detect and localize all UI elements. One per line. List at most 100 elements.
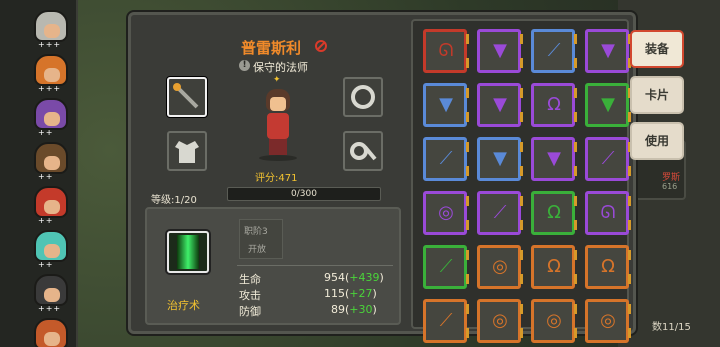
upgrade-marker [628,196,631,206]
staff-icon: ⟋ [547,40,561,61]
weapon-slot[interactable] [167,77,207,117]
ring-icon: ◎ [600,310,616,331]
inventory-item[interactable]: ◎ [423,191,469,235]
roster-hero[interactable]: ++ [26,140,76,181]
xp-progress-bar: 0/300 [227,187,381,201]
upgrade-marker [520,112,523,122]
roster-hero[interactable]: +++ [26,8,76,49]
hero-portrait [34,318,68,347]
roster-hero[interactable]: +++ [26,272,76,313]
upgrade-marker [466,250,469,260]
ring-slot[interactable] [343,77,383,117]
amulet-icon [350,142,377,161]
inventory-item[interactable]: ▼ [477,137,523,181]
info-icon[interactable]: ! [239,60,250,71]
armor-icon [175,141,199,163]
tab-cards[interactable]: 卡片 [630,76,684,114]
ring-icon: ◎ [492,310,508,331]
inventory-count: 数11/15 [652,322,691,333]
inventory-item[interactable]: Ω [531,83,577,127]
hero-stars: +++ [38,84,62,93]
inventory-item[interactable]: ⟋ [423,299,469,343]
upgrade-marker [628,304,631,314]
upgrade-marker [628,220,631,230]
skill-slot[interactable] [167,231,209,273]
hero-title: 保守的法师 [253,61,308,74]
inventory-item[interactable]: ▼ [477,29,523,73]
tab-equipment[interactable]: 装备 [630,30,684,68]
upgrade-marker [466,220,469,230]
inventory-item[interactable]: Ω [585,245,631,289]
upgrade-marker [466,88,469,98]
upgrade-marker [520,328,523,338]
inventory-item[interactable]: ⟋ [423,137,469,181]
upgrade-marker [466,112,469,122]
armor-icon: ▼ [601,94,615,115]
roster-hero[interactable]: ++ [26,228,76,269]
upgrade-marker [466,142,469,152]
armor-icon: ▼ [493,148,507,169]
inventory-item[interactable]: ⟋ [531,29,577,73]
upgrade-marker [574,88,577,98]
robe-icon: ▼ [547,148,561,169]
hero-level: 等级:1/20 [151,195,197,206]
staff-icon: ⟋ [439,148,453,169]
stat-value: 89 [331,303,345,316]
inventory-item[interactable]: ◎ [477,245,523,289]
tab-use[interactable]: 使用 [630,122,684,160]
stat-row-attack: 攻击 115 (+27) [239,287,393,303]
hero-score: 评分:471 [255,173,298,184]
roster-hero[interactable]: ++ [26,184,76,225]
stat-bonus-wrap: (+30) [345,303,377,316]
armor-icon: ▼ [601,40,615,61]
stat-row-hp: 生命 954 (+439) [239,271,393,287]
inventory-item[interactable]: ▼ [423,83,469,127]
inventory-item[interactable]: Ω [531,191,577,235]
inventory-item[interactable]: ⟋ [477,191,523,235]
roster-hero[interactable] [26,316,76,347]
upgrade-marker [628,250,631,260]
rank-label: 职阶3 [244,227,268,237]
stat-label: 防御 [239,305,261,318]
stat-bonus: +439 [349,271,380,284]
staff-icon: ⟋ [439,310,453,331]
inventory-item[interactable]: ◎ [477,299,523,343]
roster-hero[interactable]: +++ [26,52,76,93]
upgrade-marker [574,220,577,230]
inventory-item[interactable]: ▼ [585,29,631,73]
upgrade-marker [574,250,577,260]
inventory-item[interactable]: ⟋ [423,245,469,289]
hero-portrait [34,98,68,130]
inventory-item[interactable]: ᘏ [585,191,631,235]
robe-icon: ▼ [493,94,507,115]
hero-roster: +++ +++ ++ ++ ++ ++ +++ [0,0,78,347]
accessory-slot[interactable] [343,131,383,171]
amulet-icon: Ω [547,94,561,115]
upgrade-marker [466,304,469,314]
inventory-item[interactable]: ◎ [531,299,577,343]
armor-slot[interactable] [167,131,207,171]
inventory-item[interactable]: ▼ [531,137,577,181]
robe-icon: ▼ [439,94,453,115]
upgrade-marker [520,304,523,314]
inventory-item[interactable]: ▼ [477,83,523,127]
background-hero-number: 616 [662,182,678,191]
staff-icon: ⟋ [439,256,453,277]
upgrade-marker [574,274,577,284]
ban-icon[interactable] [315,40,327,52]
upgrade-marker [466,196,469,206]
upgrade-marker [574,328,577,338]
xp-text: 0/300 [291,189,317,199]
inventory-item[interactable]: ▼ [585,83,631,127]
stat-row-defense: 防御 89 (+30) [239,303,393,319]
roster-hero[interactable]: ++ [26,96,76,137]
heal-skill-icon [177,235,199,269]
stat-label: 生命 [239,273,261,286]
hero-avatar [257,85,299,163]
upgrade-marker [466,58,469,68]
inventory-item[interactable]: ᘏ [423,29,469,73]
upgrade-marker [574,142,577,152]
inventory-item[interactable]: ◎ [585,299,631,343]
inventory-item[interactable]: Ω [531,245,577,289]
inventory-item[interactable]: ⟋ [585,137,631,181]
